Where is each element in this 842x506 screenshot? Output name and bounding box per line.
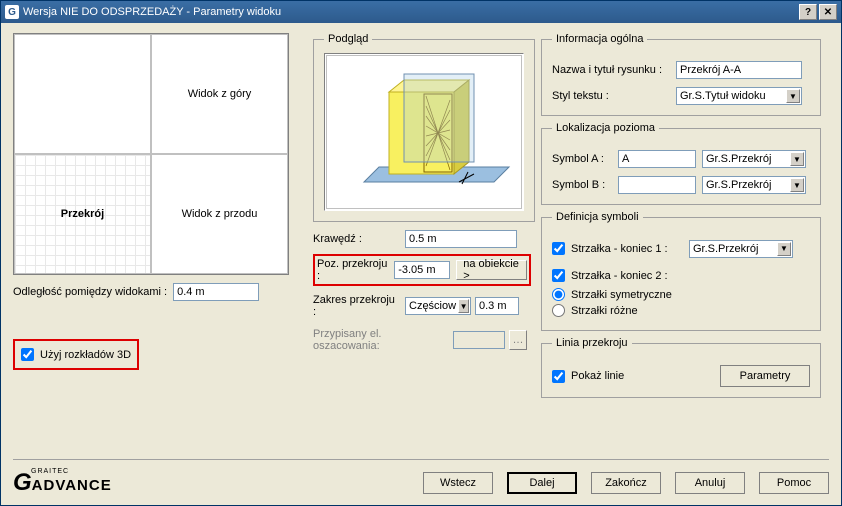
chevron-down-icon: ▼ <box>786 89 800 103</box>
section-line-fieldset: Linia przekroju Pokaż linie Parametry <box>541 337 821 398</box>
arrow-end-1-label: Strzałka - koniec 1 : <box>571 243 683 255</box>
symbol-a-input[interactable] <box>618 150 696 168</box>
on-object-button[interactable]: na obiekcie > <box>456 260 527 280</box>
symbol-b-input[interactable] <box>618 176 696 194</box>
section-range-select[interactable]: Częściow▼ <box>405 297 471 315</box>
general-info-legend: Informacja ogólna <box>552 33 647 45</box>
section-position-input[interactable] <box>394 261 450 279</box>
view-layout-grid[interactable]: Widok z góry Przekrój Widok z przodu <box>13 33 289 275</box>
arrow-end-2-row[interactable]: Strzałka - koniec 2 : <box>552 269 668 282</box>
use-3d-checkbox-row[interactable]: Użyj rozkładów 3D <box>21 348 131 361</box>
arrows-different-radio[interactable] <box>552 304 565 317</box>
view-cell-top-left[interactable] <box>14 34 151 154</box>
preview-fieldset: Podgląd <box>313 33 535 222</box>
cancel-button[interactable]: Anuluj <box>675 472 745 494</box>
drawing-name-label: Nazwa i tytuł rysunku : <box>552 64 670 76</box>
section-range-label: Zakres przekroju : <box>313 294 401 318</box>
section-line-legend: Linia przekroju <box>552 337 632 349</box>
text-style-select[interactable]: Gr.S.Tytuł widoku▼ <box>676 87 802 105</box>
show-lines-row[interactable]: Pokaż linie <box>552 370 624 383</box>
edge-input[interactable] <box>405 230 517 248</box>
horizontal-location-legend: Lokalizacja pozioma <box>552 122 659 134</box>
logo: GRAITEC GADVANCE <box>13 468 112 497</box>
titlebar: G Wersja NIE DO ODSPRZEDAŻY - Parametry … <box>1 1 841 23</box>
view-distance-label: Odległość pomiędzy widokami : <box>13 286 167 298</box>
assigned-element-input <box>453 331 505 349</box>
symbol-b-style-select[interactable]: Gr.S.Przekrój▼ <box>702 176 806 194</box>
section-position-label: Poz. przekroju : <box>317 258 390 282</box>
next-button[interactable]: Dalej <box>507 472 577 494</box>
assigned-element-button: … <box>509 330 527 350</box>
horizontal-location-fieldset: Lokalizacja pozioma Symbol A : Gr.S.Prze… <box>541 122 821 205</box>
arrows-symmetric-radio[interactable] <box>552 288 565 301</box>
chevron-down-icon: ▼ <box>790 178 804 192</box>
view-distance-input[interactable] <box>173 283 259 301</box>
show-lines-checkbox[interactable] <box>552 370 565 383</box>
preview-legend: Podgląd <box>324 33 372 45</box>
arrow-end-1-checkbox[interactable] <box>552 242 565 255</box>
finish-button[interactable]: Zakończ <box>591 472 661 494</box>
show-lines-label: Pokaż linie <box>571 370 624 382</box>
arrow-end-1-row[interactable]: Strzałka - koniec 1 : <box>552 242 683 255</box>
logo-company: GRAITEC <box>31 468 112 475</box>
arrows-symmetric-row[interactable]: Strzałki symetryczne <box>552 288 810 301</box>
view-cell-bottom-left[interactable]: Przekrój <box>14 154 151 274</box>
section-position-highlight: Poz. przekroju : na obiekcie > <box>313 254 531 286</box>
view-cell-bottom-right[interactable]: Widok z przodu <box>151 154 288 274</box>
view-cell-top-right[interactable]: Widok z góry <box>151 34 288 154</box>
preview-canvas <box>324 53 524 211</box>
general-info-fieldset: Informacja ogólna Nazwa i tytuł rysunku … <box>541 33 821 116</box>
logo-product: ADVANCE <box>32 477 112 494</box>
arrow-end-2-label: Strzałka - koniec 2 : <box>571 270 668 282</box>
chevron-down-icon: ▼ <box>777 242 791 256</box>
chevron-down-icon: ▼ <box>790 152 804 166</box>
drawing-name-input[interactable] <box>676 61 802 79</box>
chevron-down-icon: ▼ <box>458 299 469 313</box>
close-button[interactable]: ✕ <box>819 4 837 20</box>
assigned-element-label: Przypisany el. oszacowania: <box>313 328 449 352</box>
arrows-different-row[interactable]: Strzałki różne <box>552 304 810 317</box>
symbol-a-label: Symbol A : <box>552 153 612 165</box>
text-style-label: Styl tekstu : <box>552 90 670 102</box>
symbol-definition-legend: Definicja symboli <box>552 211 643 223</box>
use-3d-highlight: Użyj rozkładów 3D <box>13 339 139 370</box>
use-3d-checkbox[interactable] <box>21 348 34 361</box>
symbol-definition-fieldset: Definicja symboli Strzałka - koniec 1 : … <box>541 211 821 331</box>
section-range-input[interactable] <box>475 297 519 315</box>
symbol-a-style-select[interactable]: Gr.S.Przekrój▼ <box>702 150 806 168</box>
use-3d-label: Użyj rozkładów 3D <box>40 349 131 361</box>
app-icon: G <box>5 5 19 19</box>
window-title: Wersja NIE DO ODSPRZEDAŻY - Parametry wi… <box>23 6 797 18</box>
back-button[interactable]: Wstecz <box>423 472 493 494</box>
edge-label: Krawędź : <box>313 233 401 245</box>
arrow-end-2-checkbox[interactable] <box>552 269 565 282</box>
arrow-end-1-style-select[interactable]: Gr.S.Przekrój▼ <box>689 240 793 258</box>
arrows-symmetric-label: Strzałki symetryczne <box>571 289 672 301</box>
arrows-different-label: Strzałki różne <box>571 305 638 317</box>
symbol-b-label: Symbol B : <box>552 179 612 191</box>
help-button[interactable]: ? <box>799 4 817 20</box>
parameters-button[interactable]: Parametry <box>720 365 810 387</box>
help-footer-button[interactable]: Pomoc <box>759 472 829 494</box>
preview-3d-icon <box>334 62 514 202</box>
